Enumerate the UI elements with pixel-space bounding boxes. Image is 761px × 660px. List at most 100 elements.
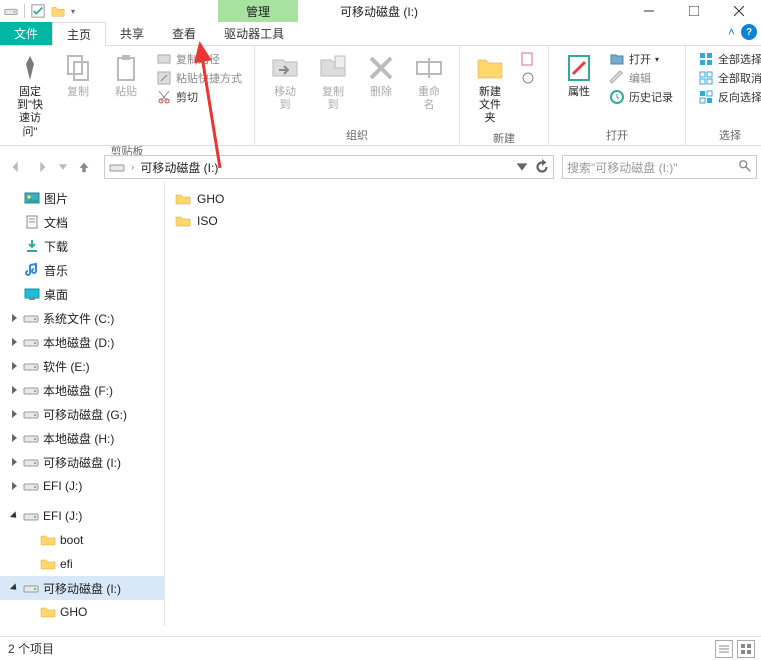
properties-icon: [563, 52, 595, 84]
drive-icon: [23, 580, 39, 596]
rename-label: 重命名: [413, 86, 445, 112]
properties-button[interactable]: 属性: [557, 50, 601, 101]
maximize-button[interactable]: [671, 0, 716, 22]
tree-item-label: 桌面: [44, 286, 68, 303]
tree-item[interactable]: EFI (J:): [0, 474, 164, 498]
pictures-icon: [24, 190, 40, 206]
address-bar[interactable]: › 可移动磁盘 (I:): [104, 155, 554, 179]
recent-dropdown[interactable]: [56, 155, 70, 179]
drive-icon: [23, 310, 39, 326]
folder-icon: [40, 604, 56, 620]
address-drive-icon: [109, 159, 125, 175]
move-to-button[interactable]: 移动到: [263, 50, 307, 114]
folder-icon: [40, 556, 56, 572]
collapse-ribbon-icon[interactable]: ˄: [728, 25, 735, 39]
tree-item[interactable]: 系统文件 (C:): [0, 306, 164, 330]
paste-icon: [110, 52, 142, 84]
tab-home[interactable]: 主页: [52, 22, 106, 46]
file-item[interactable]: GHO: [169, 188, 757, 210]
copy-button[interactable]: 复制: [56, 50, 100, 101]
tree-item-label: 下载: [44, 238, 68, 255]
nav-tree[interactable]: 图片文档下载音乐桌面系统文件 (C:) 本地磁盘 (D:) 软件 (E:) 本地磁盘 …: [0, 182, 165, 626]
address-dropdown-icon[interactable]: [513, 158, 531, 176]
history-button[interactable]: 历史记录: [605, 88, 677, 106]
move-icon: [269, 52, 301, 84]
tree-item[interactable]: 软件 (E:): [0, 354, 164, 378]
help-icon[interactable]: ?: [741, 24, 757, 40]
tree-item[interactable]: 文档: [0, 210, 164, 234]
rename-icon: [413, 52, 445, 84]
tab-share[interactable]: 共享: [106, 22, 158, 45]
tree-item[interactable]: efi: [0, 552, 164, 576]
tree-item-label: 软件 (E:): [43, 358, 90, 375]
file-list[interactable]: GHO ISO: [165, 182, 761, 626]
new-group-label: 新建: [493, 130, 515, 146]
select-all-button[interactable]: 全部选择: [694, 50, 761, 68]
tree-item[interactable]: 图片: [0, 186, 164, 210]
refresh-icon[interactable]: [533, 158, 551, 176]
pin-quick-access-button[interactable]: 固定到"快速访问": [8, 50, 52, 141]
search-icon[interactable]: [738, 159, 752, 176]
forward-button[interactable]: [30, 155, 54, 179]
tree-item[interactable]: 下载: [0, 234, 164, 258]
paste-shortcut-button[interactable]: 粘贴快捷方式: [152, 69, 246, 87]
tree-item[interactable]: EFI (J:): [0, 504, 164, 528]
drive-icon: [23, 508, 39, 524]
drive-icon: [23, 334, 39, 350]
qat-checkbox-icon[interactable]: [31, 4, 45, 18]
qat-folder-icon[interactable]: [51, 4, 65, 18]
item-count: 2 个项目: [8, 640, 54, 657]
view-details-button[interactable]: [715, 640, 733, 658]
copy-path-button[interactable]: 复制路径: [152, 50, 246, 68]
address-text[interactable]: 可移动磁盘 (I:): [140, 159, 218, 176]
drive-icon: [23, 358, 39, 374]
file-name: GHO: [197, 192, 224, 206]
tree-item[interactable]: 本地磁盘 (F:): [0, 378, 164, 402]
tree-item-label: GHO: [60, 605, 87, 619]
tree-item[interactable]: 可移动磁盘 (G:): [0, 402, 164, 426]
tree-item[interactable]: 可移动磁盘 (I:): [0, 576, 164, 600]
delete-icon: [365, 52, 397, 84]
edit-button[interactable]: 编辑: [605, 69, 677, 87]
back-button[interactable]: [4, 155, 28, 179]
tree-item-label: 系统文件 (C:): [43, 310, 114, 327]
tab-file[interactable]: 文件: [0, 22, 52, 45]
paste-label: 粘贴: [115, 86, 137, 99]
view-icons-button[interactable]: [737, 640, 755, 658]
tree-item[interactable]: 可移动磁盘 (I:): [0, 450, 164, 474]
copyto-label: 复制到: [317, 86, 349, 112]
close-button[interactable]: [716, 0, 761, 22]
tree-item[interactable]: 本地磁盘 (D:): [0, 330, 164, 354]
tree-item-label: 可移动磁盘 (G:): [43, 406, 127, 423]
up-button[interactable]: [72, 155, 96, 179]
tree-item[interactable]: GHO: [0, 600, 164, 624]
tree-item[interactable]: 音乐: [0, 258, 164, 282]
new-folder-button[interactable]: 新建文件夹: [468, 50, 512, 128]
open-button[interactable]: 打开▾: [605, 50, 677, 68]
easy-access-button[interactable]: [516, 69, 540, 87]
tree-item[interactable]: 桌面: [0, 282, 164, 306]
pin-label: 固定到"快速访问": [14, 86, 46, 139]
tab-drive-tools[interactable]: 驱动器工具: [210, 22, 298, 45]
select-none-button[interactable]: 全部取消: [694, 69, 761, 87]
tree-item[interactable]: boot: [0, 528, 164, 552]
tree-item[interactable]: 本地磁盘 (H:): [0, 426, 164, 450]
invert-selection-button[interactable]: 反向选择: [694, 88, 761, 106]
manage-context-tab[interactable]: 管理: [218, 0, 298, 22]
search-input[interactable]: 搜索"可移动磁盘 (I:)": [562, 155, 757, 179]
tree-item-label: EFI (J:): [43, 479, 82, 493]
delete-button[interactable]: 删除: [359, 50, 403, 101]
paste-button[interactable]: 粘贴: [104, 50, 148, 101]
qat-dropdown-icon[interactable]: ▾: [71, 7, 75, 16]
new-item-button[interactable]: [516, 50, 540, 68]
copy-to-button[interactable]: 复制到: [311, 50, 355, 114]
minimize-button[interactable]: [626, 0, 671, 22]
properties-label: 属性: [568, 86, 590, 99]
tab-view[interactable]: 查看: [158, 22, 210, 45]
file-item[interactable]: ISO: [169, 210, 757, 232]
chevron-right-icon[interactable]: ›: [131, 162, 134, 173]
tree-item-label: 本地磁盘 (H:): [43, 430, 114, 447]
folder-icon: [175, 213, 191, 229]
rename-button[interactable]: 重命名: [407, 50, 451, 114]
cut-button[interactable]: 剪切: [152, 88, 246, 106]
